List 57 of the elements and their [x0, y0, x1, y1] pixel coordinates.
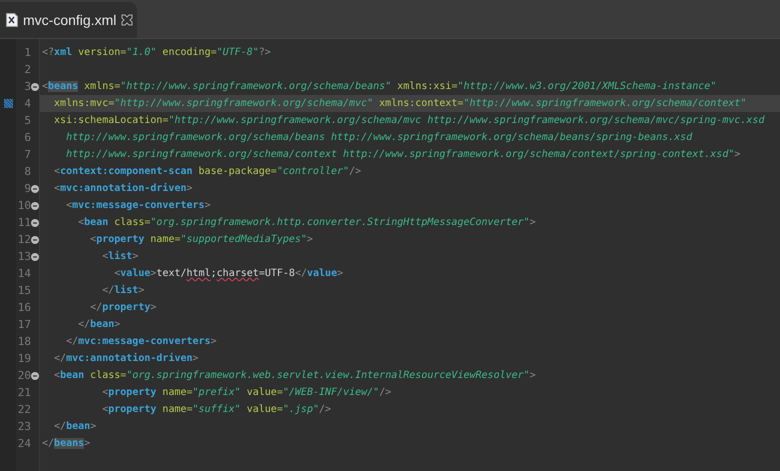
file-icon [6, 13, 18, 27]
code-line: <value>text/html;charset=UTF-8</value> [113, 267, 344, 281]
code-line: <property name="suffix" value=".jsp"/> [101, 403, 332, 417]
line-number: 23 [18, 419, 31, 435]
code-line: </beans> [41, 437, 92, 451]
collapse-icon[interactable] [31, 252, 39, 260]
code-line: http://www.springframework.org/schema/beans http://www.springframework.org/schema/beans/spring-beans.xsd [65, 131, 694, 145]
collapse-icon[interactable] [31, 82, 39, 90]
code-line: <bean class="org.springframework.web.servlet.view.InternalResourceViewResolver"> [53, 369, 537, 383]
line-number: 9 [24, 181, 31, 197]
collapse-icon[interactable] [31, 202, 39, 210]
line-number: 22 [18, 402, 31, 418]
collapse-icon[interactable] [31, 236, 39, 244]
line-number: 14 [18, 266, 31, 282]
line-number: 20 [18, 368, 31, 384]
line-number: 13 [18, 249, 31, 265]
code-line: <?xml version="1.0" encoding="UTF-8"?> [41, 46, 272, 60]
code-line: <list> [101, 250, 140, 264]
code-line: </mvc:message-converters> [65, 335, 218, 349]
line-number: 12 [18, 232, 31, 248]
line-number: 21 [18, 385, 31, 401]
code-line: <mvc:annotation-driven> [53, 182, 194, 196]
line-number: 24 [18, 436, 31, 452]
code-line: <property name="prefix" value="/WEB-INF/view/"/> [101, 386, 392, 400]
code-line: <property name="supportedMediaTypes"> [89, 233, 314, 247]
line-number: 17 [18, 317, 31, 333]
editor-tab[interactable]: mvc-config.xml [0, 2, 138, 38]
collapse-icon[interactable] [31, 184, 39, 192]
line-number: 8 [24, 164, 31, 180]
line-number: 16 [18, 300, 31, 316]
line-number: 6 [24, 130, 31, 146]
collapse-icon[interactable] [31, 218, 39, 226]
line-number: 1 [24, 45, 31, 61]
line-number: 10 [18, 198, 31, 214]
code-line: <mvc:message-converters> [65, 199, 212, 213]
line-number: 5 [24, 113, 31, 129]
code-line: <bean class="org.springframework.http.converter.StringHttpMessageConverter"> [77, 216, 537, 230]
collapse-icon[interactable] [31, 372, 39, 380]
code-line: </bean> [77, 318, 122, 332]
code-line: </mvc:annotation-driven> [53, 352, 200, 366]
line-number: 4 [24, 96, 31, 112]
code-line: </property> [89, 301, 158, 315]
line-number: 2 [24, 62, 31, 78]
line-number: 18 [18, 334, 31, 350]
line-number: 15 [18, 283, 31, 299]
code-line: xsi:schemaLocation="http://www.springframework.org/schema/mvc http://www.springframework.org/schema/mvc/spring-mvc.xsd [53, 114, 766, 128]
code-line: </list> [101, 284, 146, 298]
line-number: 3 [24, 79, 31, 95]
line-number: 7 [24, 147, 31, 163]
code-line: <beans xmlns="http://www.springframework.org/schema/beans" xmlns:xsi="http://www.w3.org/2001/XMLSchema-instance" [41, 80, 718, 94]
line-number: 19 [18, 351, 31, 367]
close-icon[interactable] [121, 14, 134, 26]
tab-title: mvc-config.xml [23, 10, 116, 30]
code-line: </bean> [53, 420, 98, 434]
code-line: http://www.springframework.org/schema/context http://www.springframework.org/schema/context/spring-context.xsd"> [65, 148, 742, 162]
line-number: 11 [18, 215, 31, 231]
code-line: <context:component-scan base-package="controller"/> [53, 165, 362, 179]
